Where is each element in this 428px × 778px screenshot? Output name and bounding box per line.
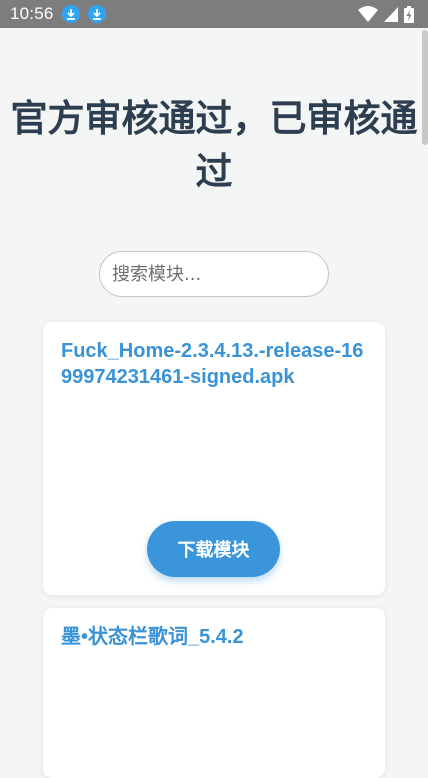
page-title: 官方审核通过，已审核通过 [10,97,418,193]
search-input[interactable] [99,251,329,297]
download-icon [87,5,106,23]
status-time: 10:56 [10,4,54,23]
status-icons [358,5,418,23]
module-name: Fuck_Home-2.3.4.13.-release-169997423146… [61,340,364,388]
download-icon [61,5,80,23]
status-bar: 10:56 [0,0,428,28]
battery-charging-icon [404,5,414,23]
module-card: Fuck_Home-2.3.4.13.-release-169997423146… [43,322,385,595]
download-module-button[interactable]: 下载模块 [147,521,280,577]
wifi-icon [358,6,378,22]
signal-icon [384,7,398,22]
module-card: 墨•状态栏歌词_5.4.2 [43,608,385,778]
module-name: 墨•状态栏歌词_5.4.2 [61,626,244,648]
